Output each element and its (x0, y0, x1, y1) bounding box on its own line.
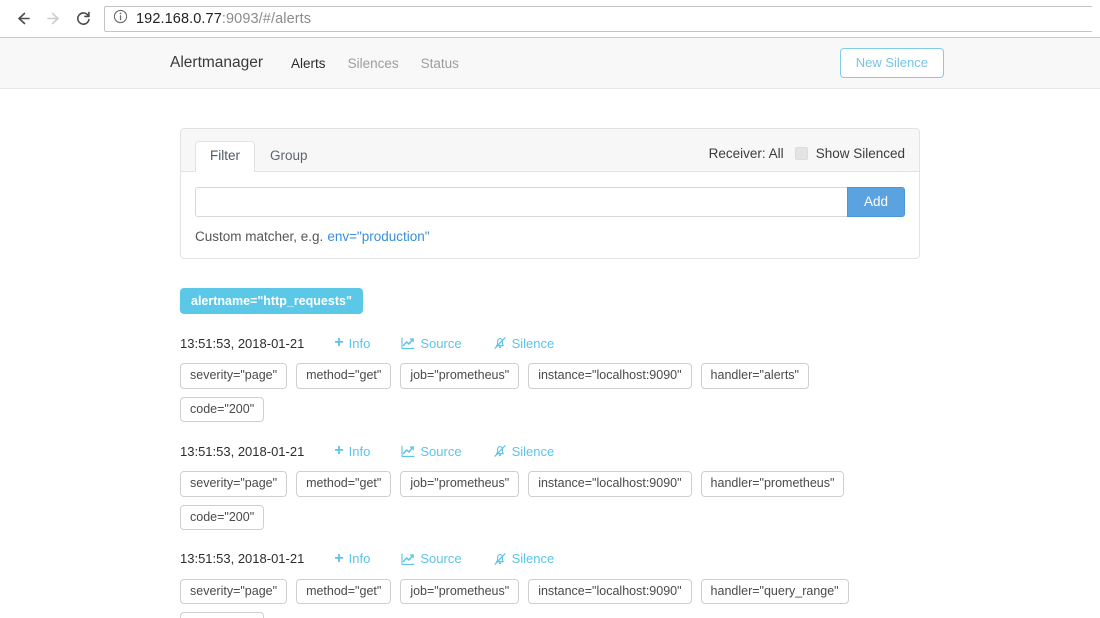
alert-meta: 13:51:53, 2018-01-21 + Info Source Silen… (180, 335, 920, 351)
app-navbar: Alertmanager Alerts Silences Status New … (0, 38, 1100, 89)
alert-info-label: Info (348, 335, 371, 351)
nav-links: Alerts Silences Status (291, 56, 459, 71)
matcher-help-text: Custom matcher, e.g. env="production" (195, 229, 905, 244)
alert-meta: 13:51:53, 2018-01-21 + Info Source Silen… (180, 443, 920, 459)
receiver-label[interactable]: Receiver: All (709, 146, 784, 161)
url-text: 192.168.0.77:9093/#/alerts (136, 11, 311, 27)
alert-timestamp: 13:51:53, 2018-01-21 (180, 443, 305, 459)
back-button[interactable] (8, 4, 38, 34)
label-chip[interactable]: severity="page" (180, 578, 288, 605)
bell-mute-icon (493, 336, 507, 350)
alert-label-chips: severity="page" method="get" job="promet… (180, 363, 902, 423)
browser-toolbar: 192.168.0.77:9093/#/alerts (0, 0, 1100, 38)
back-arrow-icon (15, 10, 32, 27)
plus-icon: + (334, 442, 344, 460)
alert-silence-link[interactable]: Silence (493, 443, 555, 459)
label-chip[interactable]: job="prometheus" (400, 471, 520, 497)
add-matcher-button[interactable]: Add (846, 187, 905, 217)
alert-item: 13:51:53, 2018-01-21 + Info Source Silen… (180, 443, 920, 530)
alert-info-link[interactable]: + Info (334, 549, 371, 567)
alert-source-label: Source (420, 443, 462, 459)
label-chip[interactable]: job="prometheus" (400, 363, 520, 389)
show-silenced-toggle[interactable]: Show Silenced (794, 146, 905, 161)
alert-info-label: Info (348, 443, 371, 459)
chart-line-icon (401, 336, 415, 350)
label-chip[interactable]: handler="query_range" (700, 578, 849, 605)
filter-card: Filter Group Receiver: All Show Silenced… (180, 128, 920, 259)
alert-label-chips: severity="page" method="get" job="promet… (180, 471, 902, 530)
label-chip[interactable]: handler="alerts" (700, 363, 809, 389)
tab-group[interactable]: Group (255, 141, 323, 172)
alert-silence-label: Silence (511, 551, 555, 567)
matcher-input-group: Add (195, 187, 905, 217)
nav-link-silences[interactable]: Silences (348, 56, 399, 71)
forward-arrow-icon (45, 10, 62, 27)
alert-info-label: Info (348, 551, 371, 567)
group-badge-alertname[interactable]: alertname="http_requests" (180, 288, 363, 315)
alert-timestamp: 13:51:53, 2018-01-21 (180, 335, 305, 351)
label-chip[interactable]: code="200" (180, 612, 265, 618)
url-bar[interactable]: 192.168.0.77:9093/#/alerts (104, 5, 1092, 32)
alert-info-link[interactable]: + Info (334, 335, 370, 351)
nav-link-alerts[interactable]: Alerts (291, 56, 326, 71)
info-circle-icon[interactable] (113, 9, 128, 29)
alert-label-chips: severity="page" method="get" job="promet… (180, 578, 902, 618)
label-chip[interactable]: code="200" (180, 396, 265, 423)
matcher-input[interactable] (195, 187, 847, 217)
label-chip[interactable]: instance="localhost:9090" (528, 363, 692, 389)
label-chip[interactable]: method="get" (296, 471, 392, 497)
alert-item: 13:51:53, 2018-01-21 + Info Source Silen… (180, 549, 920, 618)
alert-source-link[interactable]: Source (401, 335, 462, 351)
plus-icon: + (334, 334, 344, 352)
filter-card-body: Add Custom matcher, e.g. env="production" (181, 172, 919, 258)
label-chip[interactable]: code="200" (180, 504, 265, 530)
bell-mute-icon (493, 444, 507, 458)
nav-link-status[interactable]: Status (421, 56, 459, 71)
alert-source-link[interactable]: Source (401, 443, 462, 459)
alert-silence-label: Silence (511, 443, 555, 459)
chart-line-icon (401, 444, 415, 458)
matcher-help-prefix: Custom matcher, e.g. (195, 229, 324, 244)
alert-info-link[interactable]: + Info (334, 443, 370, 459)
label-chip[interactable]: handler="prometheus" (700, 471, 845, 497)
reload-button[interactable] (68, 4, 98, 34)
label-chip[interactable]: method="get" (296, 578, 392, 605)
label-chip[interactable]: instance="localhost:9090" (528, 578, 692, 605)
chart-line-icon (401, 552, 415, 566)
show-silenced-label: Show Silenced (815, 146, 905, 161)
page-content: Filter Group Receiver: All Show Silenced… (180, 89, 920, 618)
url-path: :9093/#/alerts (221, 10, 312, 27)
show-silenced-checkbox[interactable] (794, 147, 808, 160)
filter-tabs: Filter Group (195, 141, 323, 172)
forward-button[interactable] (38, 4, 68, 34)
plus-icon: + (334, 549, 344, 567)
label-chip[interactable]: method="get" (296, 363, 392, 389)
tab-filter[interactable]: Filter (195, 141, 255, 172)
alert-source-label: Source (420, 335, 462, 351)
alert-silence-label: Silence (511, 335, 555, 351)
alert-group: alertname="http_requests" 13:51:53, 2018… (180, 288, 920, 618)
url-host: 192.168.0.77 (136, 10, 222, 27)
alert-source-link[interactable]: Source (401, 551, 462, 567)
filter-card-header: Filter Group Receiver: All Show Silenced (181, 129, 919, 172)
alert-timestamp: 13:51:53, 2018-01-21 (180, 551, 305, 567)
label-chip[interactable]: job="prometheus" (400, 578, 520, 605)
label-chip[interactable]: severity="page" (180, 471, 288, 497)
label-chip[interactable]: severity="page" (180, 363, 288, 389)
alert-meta: 13:51:53, 2018-01-21 + Info Source Silen… (180, 549, 920, 567)
brand-alertmanager[interactable]: Alertmanager (170, 54, 263, 72)
alert-silence-link[interactable]: Silence (493, 551, 555, 567)
matcher-help-example[interactable]: env="production" (327, 229, 429, 244)
new-silence-button[interactable]: New Silence (839, 47, 944, 79)
filter-header-right: Receiver: All Show Silenced (709, 146, 905, 171)
alert-source-label: Source (420, 551, 462, 567)
alert-silence-link[interactable]: Silence (493, 335, 555, 351)
label-chip[interactable]: instance="localhost:9090" (528, 471, 692, 497)
navbar-inner: Alertmanager Alerts Silences Status New … (170, 38, 944, 88)
alert-item: 13:51:53, 2018-01-21 + Info Source Silen… (180, 335, 920, 423)
bell-mute-icon (493, 552, 507, 566)
reload-icon (75, 10, 92, 27)
